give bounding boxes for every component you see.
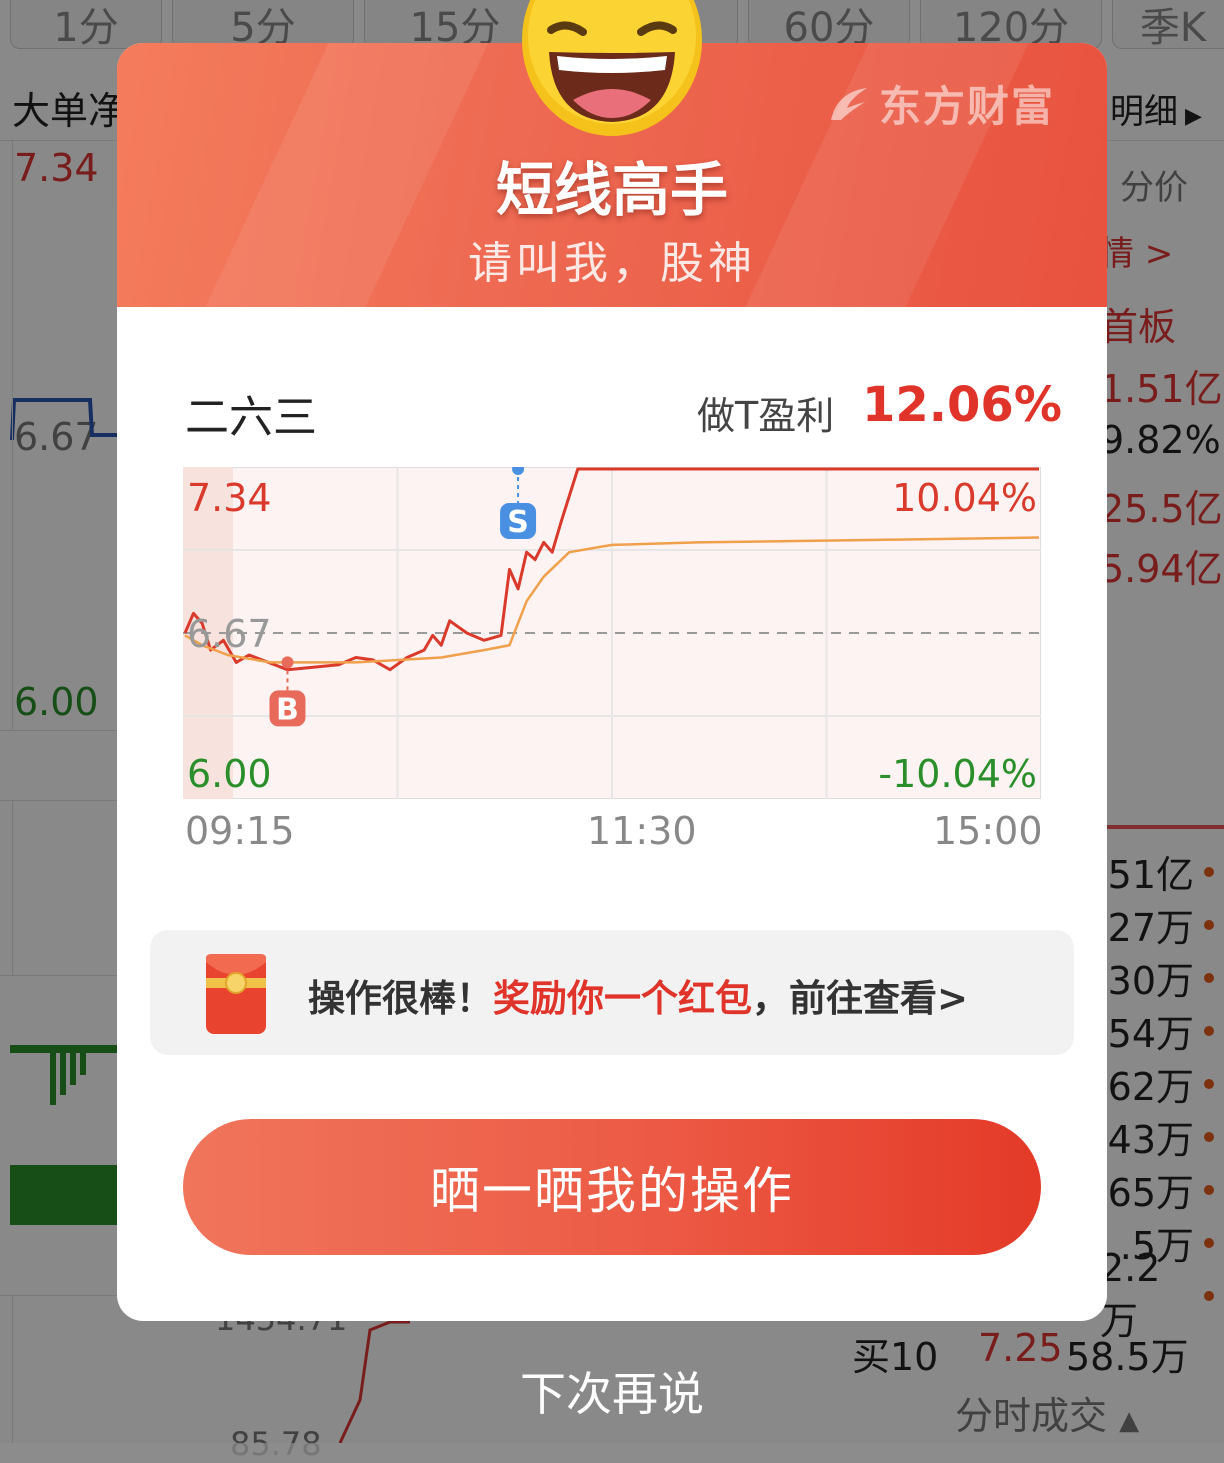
brand-logo: 东方财富 [827,73,1055,134]
laughing-face-icon [522,0,702,136]
intraday-chart: 7.34 6.67 6.00 10.04% -10.04% B S [183,467,1041,799]
achievement-modal: 东方财富 短线高手 请叫我，股神 二六三 做T盈利 12.06% 7.34 6.6… [117,43,1107,1321]
trade-marker-label: B [276,692,299,727]
profit-label: 做T盈利 [697,394,835,438]
x-tick-label: 15:00 [933,809,1043,853]
reward-prefix: 操作很棒！ [308,977,493,1020]
reward-suffix: ，前往查看> [752,977,969,1020]
x-tick-label: 09:15 [185,809,295,853]
reward-text: 操作很棒！奖励你一个红包，前往查看> [308,968,968,1022]
brand-wing-icon [831,87,867,120]
x-tick-label: 11:30 [587,809,697,853]
reward-banner[interactable]: 操作很棒！奖励你一个红包，前往查看> [150,930,1074,1055]
y-tick-label: 10.04% [892,476,1037,520]
y-tick-label: 7.34 [187,476,272,520]
y-tick-label: -10.04% [878,752,1037,796]
profit-value: 12.06% [862,377,1062,433]
y-tick-label: 6.67 [187,612,272,656]
trade-marker-label: S [507,505,529,540]
modal-subtitle: 请叫我，股神 [468,238,756,289]
stock-name: 二六三 [185,392,317,443]
reward-highlight: 奖励你一个红包 [493,977,752,1020]
red-envelope-icon [206,954,266,1034]
share-operation-button[interactable]: 晒一晒我的操作 [183,1119,1041,1255]
dismiss-button[interactable]: 下次再说 [0,1358,1224,1424]
modal-title: 短线高手 [495,156,728,224]
brand-name: 东方财富 [879,82,1056,131]
y-tick-label: 6.00 [187,752,272,796]
